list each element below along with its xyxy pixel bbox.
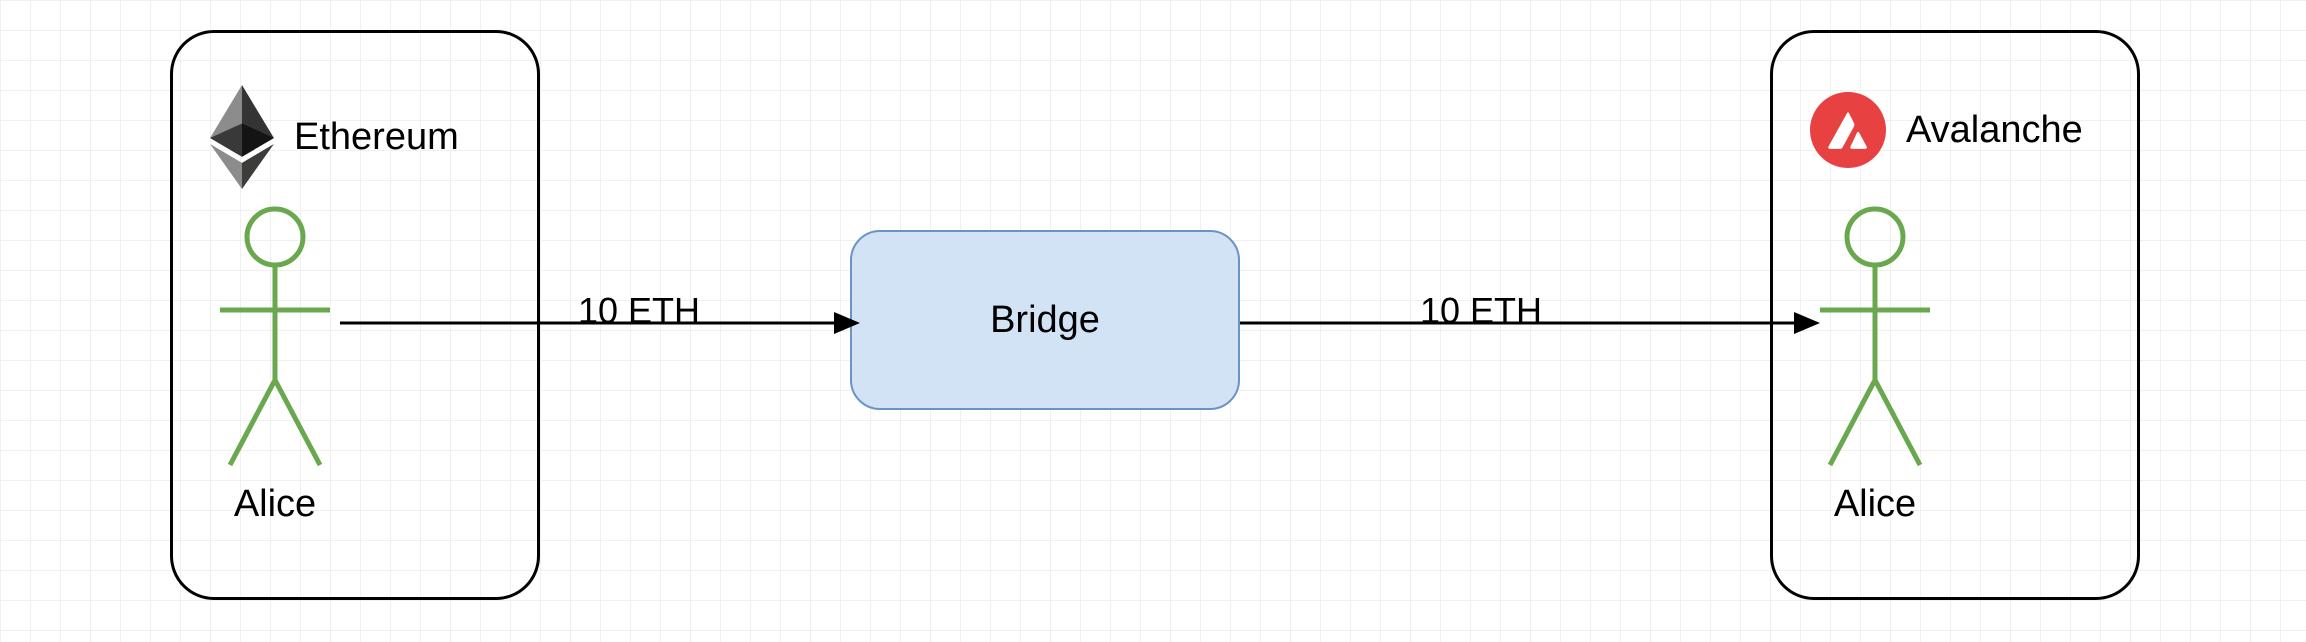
ethereum-label: Ethereum	[294, 116, 459, 159]
actor-alice-right: Alice	[1800, 205, 1950, 526]
bridge-label: Bridge	[990, 299, 1100, 342]
person-icon	[1805, 205, 1945, 475]
actor-left-label: Alice	[200, 483, 350, 526]
bridge-diagram: Ethereum Alice Bridge Avalanche	[0, 0, 2306, 642]
avalanche-label: Avalanche	[1906, 109, 2083, 152]
actor-alice-left: Alice	[200, 205, 350, 526]
edge-label-left: 10 ETH	[578, 290, 700, 332]
ethereum-icon	[210, 85, 274, 189]
actor-right-label: Alice	[1800, 483, 1950, 526]
edge-label-right: 10 ETH	[1420, 290, 1542, 332]
avalanche-icon	[1810, 92, 1886, 168]
bridge-box: Bridge	[850, 230, 1240, 410]
avalanche-header: Avalanche	[1810, 92, 2083, 168]
ethereum-header: Ethereum	[210, 85, 459, 189]
person-icon	[205, 205, 345, 475]
